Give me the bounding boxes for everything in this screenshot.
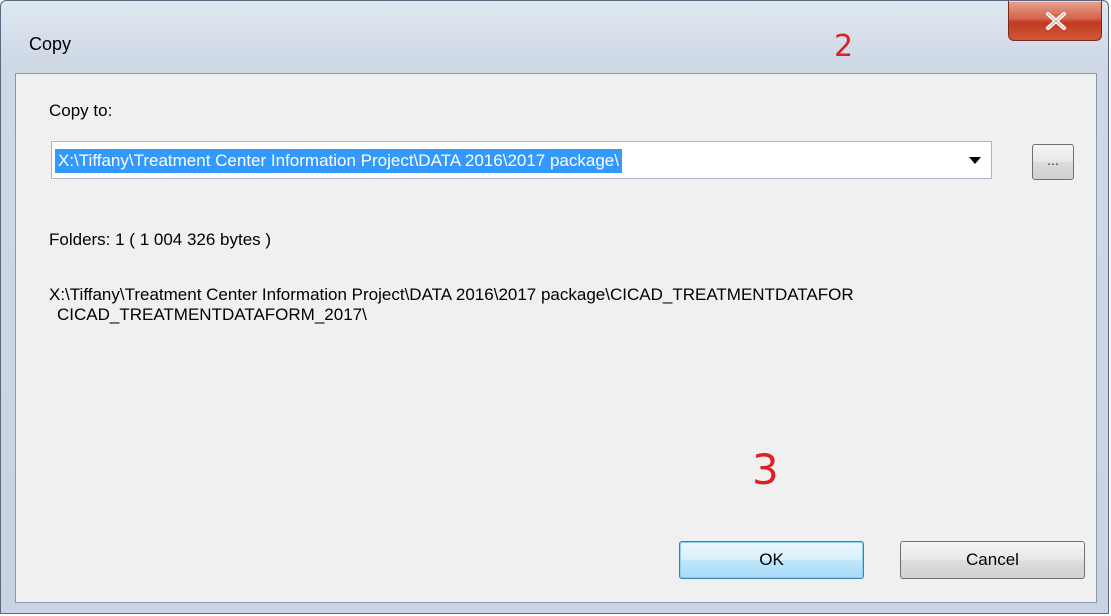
annotation-marker-3: 3 <box>752 445 779 494</box>
annotation-marker-2: 2 <box>834 29 854 64</box>
close-icon <box>1046 12 1066 30</box>
source-path: X:\Tiffany\Treatment Center Information … <box>49 285 1089 325</box>
browse-button[interactable]: ... <box>1032 144 1074 180</box>
destination-input[interactable]: X:\Tiffany\Treatment Center Information … <box>55 149 622 173</box>
title-bar[interactable]: Copy <box>1 1 1108 71</box>
window-title: Copy <box>29 34 72 54</box>
copy-dialog-window: Copy 2 Copy to: X:\Tiffany\Treatment Cen… <box>0 0 1109 614</box>
ok-button[interactable]: OK <box>679 541 864 579</box>
dialog-client-area: Copy to: X:\Tiffany\Treatment Center Inf… <box>15 73 1097 603</box>
cancel-button[interactable]: Cancel <box>900 541 1085 579</box>
source-path-line-2: CICAD_TREATMENTDATAFORM_2017\ <box>57 305 367 324</box>
close-button[interactable] <box>1008 1 1102 41</box>
dropdown-arrow-icon[interactable] <box>969 157 981 164</box>
copy-to-label: Copy to: <box>49 101 113 120</box>
destination-combobox[interactable]: X:\Tiffany\Treatment Center Information … <box>51 141 992 179</box>
folders-summary: Folders: 1 ( 1 004 326 bytes ) <box>49 230 272 249</box>
source-path-line-1: X:\Tiffany\Treatment Center Information … <box>49 285 854 304</box>
